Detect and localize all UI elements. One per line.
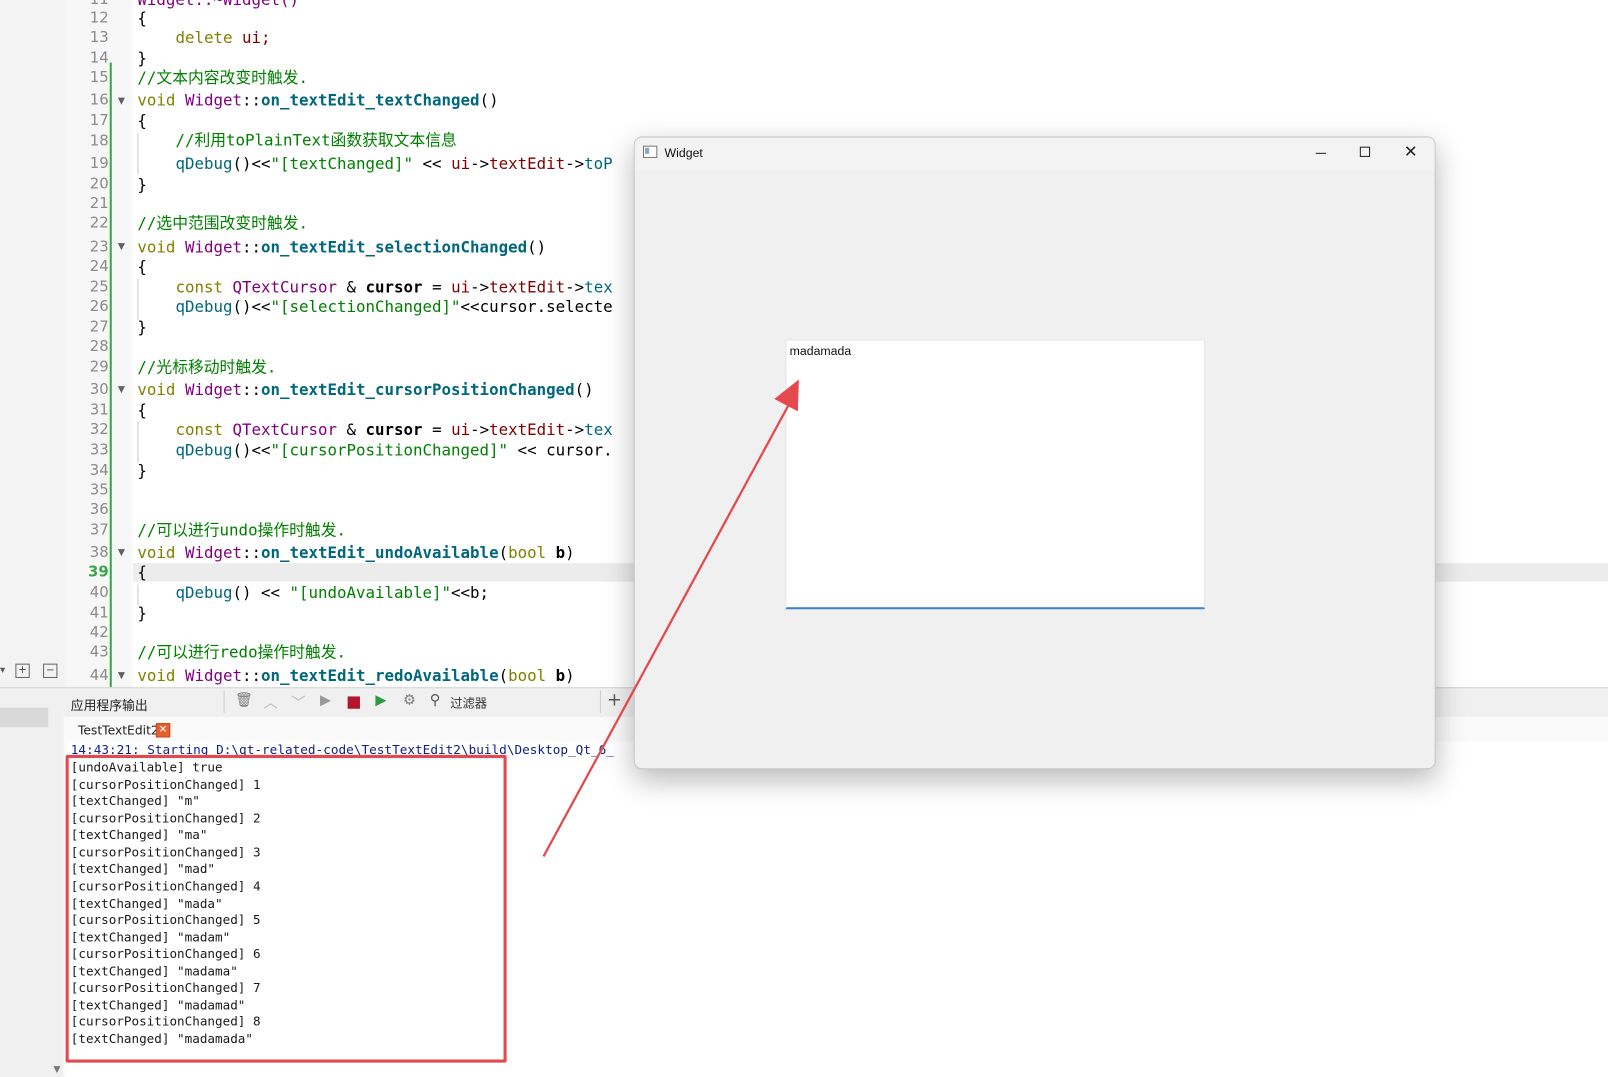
- arrow-line: [542, 402, 791, 858]
- annotation-arrow: [542, 379, 799, 858]
